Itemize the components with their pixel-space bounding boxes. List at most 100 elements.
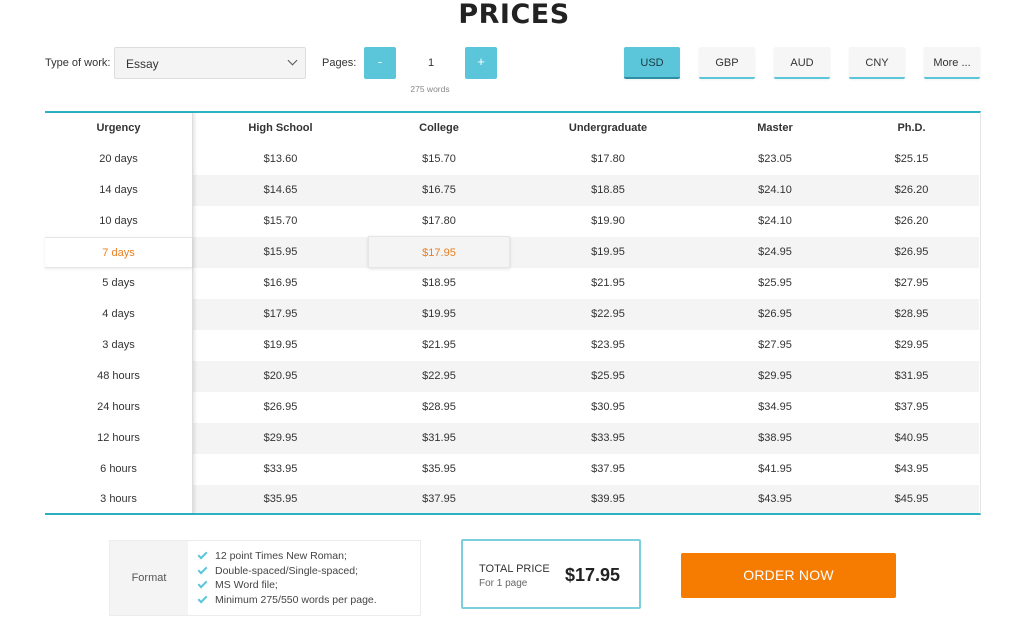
price-cell[interactable]: $26.20 <box>844 206 979 237</box>
currency-button-gbp[interactable]: GBP <box>699 47 755 79</box>
price-cell[interactable]: $28.95 <box>844 299 979 330</box>
pages-input[interactable]: 1 <box>397 47 465 79</box>
price-cell[interactable]: $29.95 <box>844 330 979 361</box>
price-cell[interactable]: $19.95 <box>368 299 510 330</box>
urgency-cell[interactable]: 24 hours <box>45 392 192 423</box>
price-cell[interactable]: $27.95 <box>706 330 844 361</box>
urgency-cell[interactable]: 10 days <box>45 206 192 237</box>
price-cell[interactable]: $34.95 <box>706 392 844 423</box>
urgency-cell[interactable]: 4 days <box>45 299 192 330</box>
price-cell[interactable]: $31.95 <box>844 361 979 392</box>
price-table: High School College Undergraduate Master… <box>45 111 981 515</box>
currency-button-cny[interactable]: CNY <box>849 47 905 79</box>
price-cell[interactable]: $23.05 <box>706 144 844 175</box>
price-cell[interactable]: $26.95 <box>706 299 844 330</box>
urgency-cell[interactable]: 7 days <box>45 237 192 268</box>
format-item: Double-spaced/Single-spaced; <box>197 564 377 579</box>
urgency-cell[interactable]: 20 days <box>45 144 192 175</box>
price-cell[interactable]: $19.90 <box>510 206 706 237</box>
format-item: 12 point Times New Roman; <box>197 549 377 564</box>
header-phd: Ph.D. <box>897 122 926 134</box>
selected-price-cell[interactable]: $17.95 <box>368 236 510 268</box>
price-cell[interactable]: $16.75 <box>368 175 510 206</box>
price-cell[interactable]: $21.95 <box>368 330 510 361</box>
price-cell[interactable]: $25.95 <box>510 361 706 392</box>
price-cell[interactable]: $29.95 <box>706 361 844 392</box>
price-cell[interactable]: $15.70 <box>368 144 510 175</box>
price-cell[interactable]: $37.95 <box>844 392 979 423</box>
format-label: Format <box>110 541 188 615</box>
price-cell[interactable]: $31.95 <box>368 423 510 454</box>
price-cell[interactable]: $29.95 <box>193 423 368 454</box>
price-cell[interactable]: $40.95 <box>844 423 979 454</box>
price-cell[interactable]: $33.95 <box>193 454 368 485</box>
price-cell[interactable]: $14.65 <box>193 175 368 206</box>
price-cell[interactable]: $24.10 <box>706 175 844 206</box>
price-cell[interactable]: $25.95 <box>706 268 844 299</box>
price-cell[interactable]: $18.95 <box>368 268 510 299</box>
price-cell[interactable]: $24.10 <box>706 206 844 237</box>
currency-button-aud[interactable]: AUD <box>774 47 830 79</box>
total-price-box: TOTAL PRICE For 1 page $17.95 <box>461 539 641 609</box>
price-cell[interactable]: $21.95 <box>510 268 706 299</box>
price-cell[interactable]: $19.95 <box>510 237 706 268</box>
price-cell[interactable]: $43.95 <box>706 485 844 513</box>
price-cell[interactable]: $37.95 <box>510 454 706 485</box>
price-cell[interactable]: $23.95 <box>510 330 706 361</box>
currency-button-more[interactable]: More ... <box>924 47 980 79</box>
price-cell[interactable]: $30.95 <box>510 392 706 423</box>
format-info: Format 12 point Times New Roman; Double-… <box>109 540 421 616</box>
type-of-work-value: Essay <box>126 57 159 71</box>
pages-decrement-button[interactable]: - <box>364 47 396 79</box>
type-of-work-label: Type of work: <box>45 57 111 69</box>
currency-button-usd[interactable]: USD <box>624 47 680 79</box>
price-cell[interactable]: $45.95 <box>844 485 979 513</box>
price-cell[interactable]: $17.80 <box>368 206 510 237</box>
type-of-work-select[interactable]: Essay <box>114 47 306 79</box>
price-cell[interactable]: $16.95 <box>193 268 368 299</box>
total-price-label: TOTAL PRICE <box>479 563 550 575</box>
price-cell[interactable]: $20.95 <box>193 361 368 392</box>
header-high-school: High School <box>248 122 313 134</box>
order-now-button[interactable]: ORDER NOW <box>681 553 896 598</box>
price-cell[interactable]: $24.95 <box>706 237 844 268</box>
pages-increment-button[interactable]: + <box>465 47 497 79</box>
price-cell[interactable]: $35.95 <box>193 485 368 513</box>
urgency-cell[interactable]: 3 days <box>45 330 192 361</box>
urgency-cell[interactable]: 48 hours <box>45 361 192 392</box>
chevron-down-icon <box>287 55 298 66</box>
price-cell[interactable]: $39.95 <box>510 485 706 513</box>
price-cell[interactable]: $38.95 <box>706 423 844 454</box>
price-cell[interactable]: $43.95 <box>844 454 979 485</box>
price-cell[interactable]: $27.95 <box>844 268 979 299</box>
price-cell[interactable]: $15.70 <box>193 206 368 237</box>
urgency-cell[interactable]: 6 hours <box>45 454 192 485</box>
price-cell[interactable]: $28.95 <box>368 392 510 423</box>
price-cell[interactable]: $25.15 <box>844 144 979 175</box>
total-price-sub: For 1 page <box>479 578 528 589</box>
urgency-cell[interactable]: 14 days <box>45 175 192 206</box>
price-cell[interactable]: $15.95 <box>193 237 368 268</box>
price-cell[interactable]: $26.20 <box>844 175 979 206</box>
price-cell[interactable]: $17.80 <box>510 144 706 175</box>
urgency-cell[interactable]: 5 days <box>45 268 192 299</box>
check-icon <box>197 564 208 574</box>
price-cell[interactable]: $22.95 <box>510 299 706 330</box>
price-cell[interactable]: $37.95 <box>368 485 510 513</box>
price-cell[interactable]: $13.60 <box>193 144 368 175</box>
price-cell[interactable]: $19.95 <box>193 330 368 361</box>
price-cell[interactable]: $17.95 <box>193 299 368 330</box>
price-cell[interactable]: $26.95 <box>844 237 979 268</box>
urgency-column: Urgency 20 days 14 days 10 days 7 days 5 day… <box>45 113 193 513</box>
header-master: Master <box>757 122 793 134</box>
urgency-cell[interactable]: 12 hours <box>45 423 192 454</box>
price-cell[interactable]: $26.95 <box>193 392 368 423</box>
header-urgency: Urgency <box>96 122 141 134</box>
price-cell[interactable]: $22.95 <box>368 361 510 392</box>
total-price-amount: $17.95 <box>565 565 621 585</box>
price-cell[interactable]: $41.95 <box>706 454 844 485</box>
urgency-cell[interactable]: 3 hours <box>45 485 192 513</box>
price-cell[interactable]: $18.85 <box>510 175 706 206</box>
price-cell[interactable]: $33.95 <box>510 423 706 454</box>
price-cell[interactable]: $35.95 <box>368 454 510 485</box>
